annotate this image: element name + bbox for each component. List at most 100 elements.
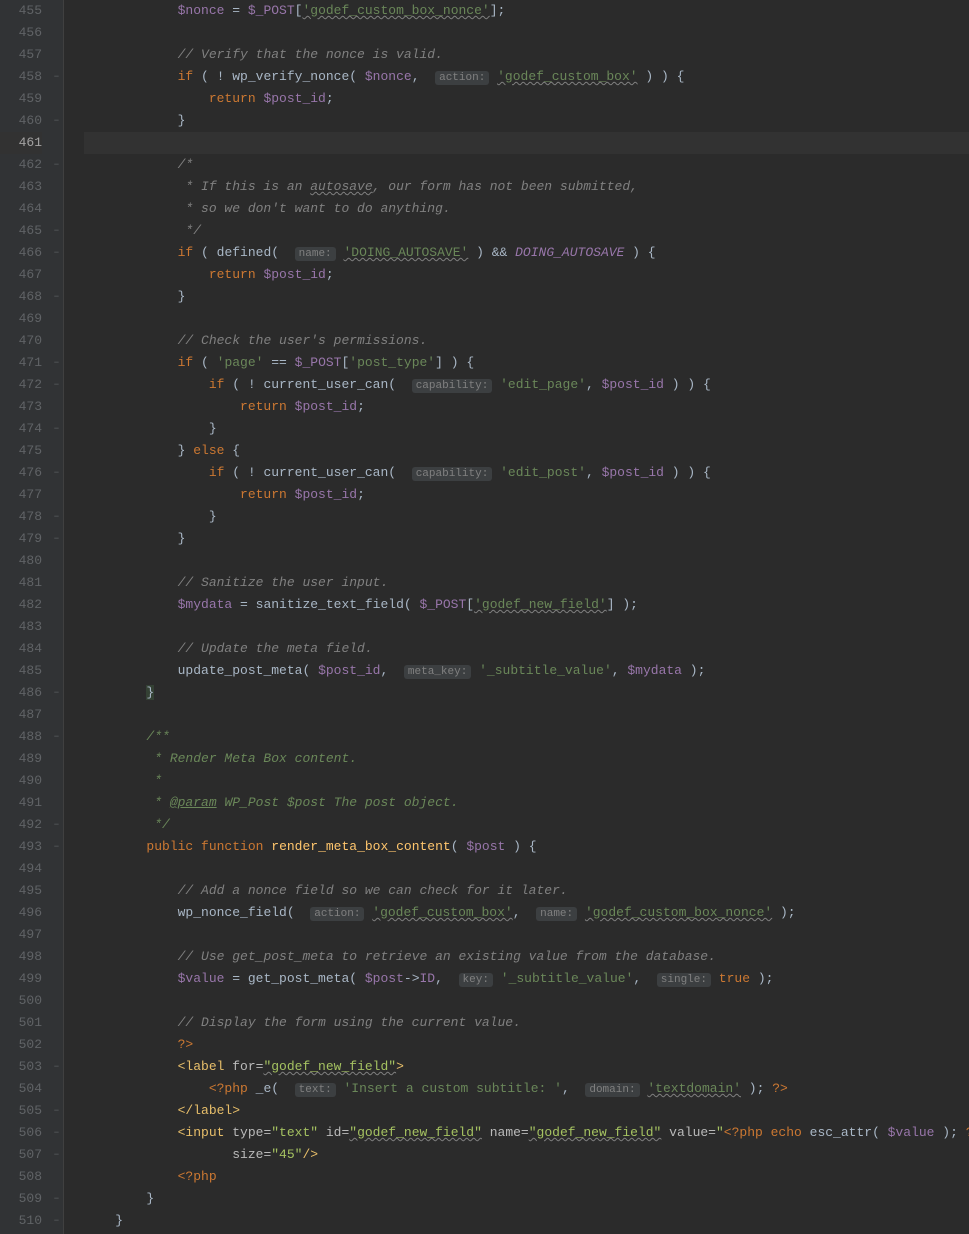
line-number[interactable]: 503 — [0, 1056, 42, 1078]
line-number[interactable]: 468 — [0, 286, 42, 308]
fold-slot[interactable]: − — [50, 220, 63, 242]
code-line[interactable]: if ( ! current_user_can( capability: 'ed… — [84, 462, 969, 484]
code-line[interactable]: // Display the form using the current va… — [84, 1012, 969, 1034]
fold-slot[interactable]: − — [50, 506, 63, 528]
line-number[interactable]: 459 — [0, 88, 42, 110]
line-number[interactable]: 484 — [0, 638, 42, 660]
fold-slot[interactable] — [50, 308, 63, 330]
code-line[interactable]: ?> — [84, 1034, 969, 1056]
fold-slot[interactable] — [50, 1034, 63, 1056]
line-number[interactable]: 505 — [0, 1100, 42, 1122]
fold-slot[interactable] — [50, 550, 63, 572]
fold-slot[interactable] — [50, 660, 63, 682]
line-number[interactable]: 467 — [0, 264, 42, 286]
code-line[interactable]: return $post_id; — [84, 396, 969, 418]
line-number[interactable]: 464 — [0, 198, 42, 220]
code-line[interactable] — [84, 550, 969, 572]
fold-toggle-icon[interactable]: − — [52, 513, 61, 522]
fold-toggle-icon[interactable]: − — [52, 821, 61, 830]
fold-toggle-icon[interactable]: − — [52, 1195, 61, 1204]
fold-slot[interactable] — [50, 638, 63, 660]
code-line[interactable]: if ( ! wp_verify_nonce( $nonce, action: … — [84, 66, 969, 88]
fold-slot[interactable] — [50, 968, 63, 990]
line-number[interactable]: 508 — [0, 1166, 42, 1188]
line-number[interactable]: 492 — [0, 814, 42, 836]
line-number[interactable]: 509 — [0, 1188, 42, 1210]
line-number[interactable]: 486 — [0, 682, 42, 704]
code-line[interactable]: } else { — [84, 440, 969, 462]
code-line[interactable]: if ( ! current_user_can( capability: 'ed… — [84, 374, 969, 396]
line-number[interactable]: 478 — [0, 506, 42, 528]
fold-toggle-icon[interactable]: − — [52, 161, 61, 170]
line-number[interactable]: 469 — [0, 308, 42, 330]
fold-toggle-icon[interactable]: − — [52, 293, 61, 302]
fold-toggle-icon[interactable]: − — [52, 689, 61, 698]
line-number[interactable]: 470 — [0, 330, 42, 352]
line-number[interactable]: 462 — [0, 154, 42, 176]
code-line[interactable]: /* — [84, 154, 969, 176]
code-line[interactable]: // Update the meta field. — [84, 638, 969, 660]
code-line[interactable]: return $post_id; — [84, 264, 969, 286]
fold-slot[interactable]: − — [50, 1122, 63, 1144]
code-line[interactable]: return $post_id; — [84, 88, 969, 110]
code-line[interactable]: } — [84, 682, 969, 704]
code-line[interactable]: } — [84, 110, 969, 132]
fold-toggle-icon[interactable]: − — [52, 1063, 61, 1072]
fold-slot[interactable] — [50, 396, 63, 418]
fold-slot[interactable] — [50, 858, 63, 880]
code-line[interactable]: <?php — [84, 1166, 969, 1188]
fold-slot[interactable]: − — [50, 374, 63, 396]
fold-toggle-icon[interactable]: − — [52, 1151, 61, 1160]
fold-slot[interactable]: − — [50, 836, 63, 858]
fold-slot[interactable]: − — [50, 66, 63, 88]
fold-slot[interactable]: − — [50, 154, 63, 176]
fold-slot[interactable]: − — [50, 682, 63, 704]
line-number[interactable]: 465 — [0, 220, 42, 242]
code-area[interactable]: $nonce = $_POST['godef_custom_box_nonce'… — [64, 0, 969, 1234]
code-line[interactable]: // Verify that the nonce is valid. — [84, 44, 969, 66]
code-line[interactable]: $mydata = sanitize_text_field( $_POST['g… — [84, 594, 969, 616]
code-line[interactable] — [84, 308, 969, 330]
code-line[interactable]: } — [84, 528, 969, 550]
fold-slot[interactable]: − — [50, 1056, 63, 1078]
line-number[interactable]: 466 — [0, 242, 42, 264]
fold-slot[interactable] — [50, 594, 63, 616]
code-line[interactable]: size="45"/> — [84, 1144, 969, 1166]
fold-slot[interactable]: − — [50, 1210, 63, 1232]
fold-slot[interactable] — [50, 1078, 63, 1100]
fold-toggle-icon[interactable]: − — [52, 359, 61, 368]
line-number[interactable]: 502 — [0, 1034, 42, 1056]
code-line[interactable]: * — [84, 770, 969, 792]
line-number[interactable]: 483 — [0, 616, 42, 638]
fold-gutter[interactable]: −−−−−−−−−−−−−−−−−−−−−− — [50, 0, 64, 1234]
line-number[interactable]: 458 — [0, 66, 42, 88]
line-number[interactable]: 498 — [0, 946, 42, 968]
line-number[interactable]: 507 — [0, 1144, 42, 1166]
line-number[interactable]: 496 — [0, 902, 42, 924]
fold-slot[interactable] — [50, 990, 63, 1012]
code-line[interactable]: $nonce = $_POST['godef_custom_box_nonce'… — [84, 0, 969, 22]
fold-toggle-icon[interactable]: − — [52, 1129, 61, 1138]
fold-slot[interactable] — [50, 198, 63, 220]
fold-slot[interactable] — [50, 484, 63, 506]
line-number[interactable]: 477 — [0, 484, 42, 506]
line-number[interactable]: 471 — [0, 352, 42, 374]
fold-toggle-icon[interactable]: − — [52, 843, 61, 852]
code-line[interactable]: update_post_meta( $post_id, meta_key: '_… — [84, 660, 969, 682]
fold-slot[interactable] — [50, 330, 63, 352]
fold-toggle-icon[interactable]: − — [52, 227, 61, 236]
code-line[interactable]: // Use get_post_meta to retrieve an exis… — [84, 946, 969, 968]
line-number[interactable]: 504 — [0, 1078, 42, 1100]
code-line[interactable] — [84, 22, 969, 44]
fold-slot[interactable] — [50, 264, 63, 286]
line-number[interactable]: 455 — [0, 0, 42, 22]
fold-toggle-icon[interactable]: − — [52, 469, 61, 478]
line-number[interactable]: 488 — [0, 726, 42, 748]
code-line[interactable]: </label> — [84, 1100, 969, 1122]
line-number[interactable]: 463 — [0, 176, 42, 198]
fold-slot[interactable] — [50, 440, 63, 462]
fold-slot[interactable] — [50, 132, 63, 154]
line-number[interactable]: 499 — [0, 968, 42, 990]
code-line[interactable]: <?php _e( text: 'Insert a custom subtitl… — [84, 1078, 969, 1100]
fold-slot[interactable] — [50, 880, 63, 902]
